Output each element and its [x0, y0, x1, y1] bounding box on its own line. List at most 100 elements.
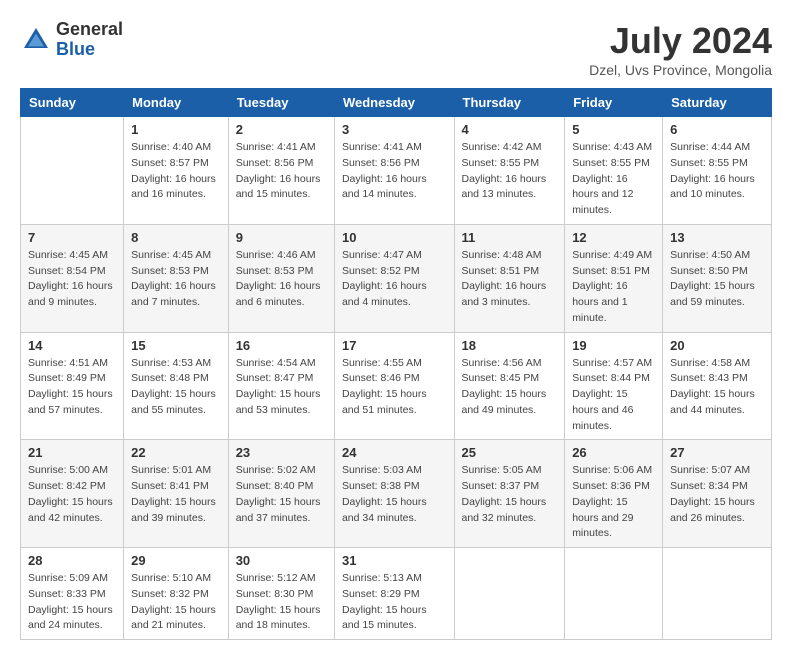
day-number: 14 [28, 338, 116, 353]
day-info: Sunrise: 4:48 AMSunset: 8:51 PMDaylight:… [462, 248, 558, 311]
day-number: 10 [342, 230, 447, 245]
logo-text: General Blue [56, 20, 123, 60]
day-number: 6 [670, 122, 764, 137]
calendar-cell: 10 Sunrise: 4:47 AMSunset: 8:52 PMDayligh… [334, 224, 454, 332]
calendar-cell: 16 Sunrise: 4:54 AMSunset: 8:47 PMDayligh… [228, 332, 334, 440]
day-info: Sunrise: 5:03 AMSunset: 8:38 PMDaylight:… [342, 463, 447, 526]
header-saturday: Saturday [663, 89, 772, 117]
day-info: Sunrise: 4:43 AMSunset: 8:55 PMDaylight:… [572, 140, 655, 219]
day-number: 13 [670, 230, 764, 245]
day-info: Sunrise: 4:57 AMSunset: 8:44 PMDaylight:… [572, 356, 655, 435]
day-number: 19 [572, 338, 655, 353]
day-number: 21 [28, 445, 116, 460]
day-info: Sunrise: 4:55 AMSunset: 8:46 PMDaylight:… [342, 356, 447, 419]
day-number: 15 [131, 338, 221, 353]
day-info: Sunrise: 5:09 AMSunset: 8:33 PMDaylight:… [28, 571, 116, 634]
calendar-cell [454, 548, 565, 640]
day-info: Sunrise: 4:56 AMSunset: 8:45 PMDaylight:… [462, 356, 558, 419]
day-number: 5 [572, 122, 655, 137]
day-info: Sunrise: 5:05 AMSunset: 8:37 PMDaylight:… [462, 463, 558, 526]
day-info: Sunrise: 4:44 AMSunset: 8:55 PMDaylight:… [670, 140, 764, 203]
calendar-cell: 13 Sunrise: 4:50 AMSunset: 8:50 PMDayligh… [663, 224, 772, 332]
logo: General Blue [20, 20, 123, 60]
logo-blue: Blue [56, 40, 123, 60]
day-info: Sunrise: 4:50 AMSunset: 8:50 PMDaylight:… [670, 248, 764, 311]
calendar-body: 1Sunrise: 4:40 AMSunset: 8:57 PMDaylight… [21, 117, 772, 640]
calendar-cell: 3 Sunrise: 4:41 AMSunset: 8:56 PMDaylight… [334, 117, 454, 225]
day-number: 28 [28, 553, 116, 568]
calendar-row: 21 Sunrise: 5:00 AMSunset: 8:42 PMDayligh… [21, 440, 772, 548]
header-monday: Monday [124, 89, 229, 117]
day-info: Sunrise: 5:12 AMSunset: 8:30 PMDaylight:… [236, 571, 327, 634]
day-number: 26 [572, 445, 655, 460]
day-number: 4 [462, 122, 558, 137]
day-info: Sunrise: 4:41 AMSunset: 8:56 PMDaylight:… [342, 140, 447, 203]
day-number: 18 [462, 338, 558, 353]
day-number: 9 [236, 230, 327, 245]
day-info: Sunrise: 5:10 AMSunset: 8:32 PMDaylight:… [131, 571, 221, 634]
calendar-cell: 2Sunrise: 4:41 AMSunset: 8:56 PMDaylight… [228, 117, 334, 225]
day-info: Sunrise: 4:41 AMSunset: 8:56 PMDaylight:… [236, 140, 327, 203]
day-number: 20 [670, 338, 764, 353]
day-info: Sunrise: 4:54 AMSunset: 8:47 PMDaylight:… [236, 356, 327, 419]
day-number: 23 [236, 445, 327, 460]
header-wednesday: Wednesday [334, 89, 454, 117]
day-info: Sunrise: 4:46 AMSunset: 8:53 PMDaylight:… [236, 248, 327, 311]
header-sunday: Sunday [21, 89, 124, 117]
logo-general: General [56, 20, 123, 40]
calendar-cell: 4 Sunrise: 4:42 AMSunset: 8:55 PMDaylight… [454, 117, 565, 225]
day-info: Sunrise: 5:13 AMSunset: 8:29 PMDaylight:… [342, 571, 447, 634]
header-row: Sunday Monday Tuesday Wednesday Thursday… [21, 89, 772, 117]
calendar-cell: 31 Sunrise: 5:13 AMSunset: 8:29 PMDayligh… [334, 548, 454, 640]
calendar-cell: 17Sunrise: 4:55 AMSunset: 8:46 PMDayligh… [334, 332, 454, 440]
header-thursday: Thursday [454, 89, 565, 117]
day-info: Sunrise: 4:51 AMSunset: 8:49 PMDaylight:… [28, 356, 116, 419]
day-info: Sunrise: 4:58 AMSunset: 8:43 PMDaylight:… [670, 356, 764, 419]
day-info: Sunrise: 4:47 AMSunset: 8:52 PMDaylight:… [342, 248, 447, 311]
calendar-cell: 21 Sunrise: 5:00 AMSunset: 8:42 PMDayligh… [21, 440, 124, 548]
calendar-cell: 8 Sunrise: 4:45 AMSunset: 8:53 PMDaylight… [124, 224, 229, 332]
calendar-row: 28 Sunrise: 5:09 AMSunset: 8:33 PMDayligh… [21, 548, 772, 640]
title-block: July 2024 Dzel, Uvs Province, Mongolia [589, 20, 772, 78]
day-number: 31 [342, 553, 447, 568]
day-info: Sunrise: 4:49 AMSunset: 8:51 PMDaylight:… [572, 248, 655, 327]
calendar-row: 1Sunrise: 4:40 AMSunset: 8:57 PMDaylight… [21, 117, 772, 225]
location-subtitle: Dzel, Uvs Province, Mongolia [589, 62, 772, 78]
calendar-cell: 11 Sunrise: 4:48 AMSunset: 8:51 PMDayligh… [454, 224, 565, 332]
calendar-cell: 18 Sunrise: 4:56 AMSunset: 8:45 PMDayligh… [454, 332, 565, 440]
calendar-cell: 1Sunrise: 4:40 AMSunset: 8:57 PMDaylight… [124, 117, 229, 225]
day-number: 3 [342, 122, 447, 137]
day-info: Sunrise: 5:06 AMSunset: 8:36 PMDaylight:… [572, 463, 655, 542]
day-info: Sunrise: 4:45 AMSunset: 8:54 PMDaylight:… [28, 248, 116, 311]
logo-icon [20, 24, 52, 56]
calendar-cell: 9 Sunrise: 4:46 AMSunset: 8:53 PMDaylight… [228, 224, 334, 332]
day-info: Sunrise: 4:40 AMSunset: 8:57 PMDaylight:… [131, 140, 221, 203]
day-info: Sunrise: 5:01 AMSunset: 8:41 PMDaylight:… [131, 463, 221, 526]
calendar-cell: 22Sunrise: 5:01 AMSunset: 8:41 PMDayligh… [124, 440, 229, 548]
calendar-cell: 24Sunrise: 5:03 AMSunset: 8:38 PMDayligh… [334, 440, 454, 548]
calendar-row: 7Sunrise: 4:45 AMSunset: 8:54 PMDaylight… [21, 224, 772, 332]
calendar-cell [565, 548, 663, 640]
calendar-cell: 27Sunrise: 5:07 AMSunset: 8:34 PMDayligh… [663, 440, 772, 548]
day-info: Sunrise: 4:42 AMSunset: 8:55 PMDaylight:… [462, 140, 558, 203]
day-info: Sunrise: 4:45 AMSunset: 8:53 PMDaylight:… [131, 248, 221, 311]
day-number: 16 [236, 338, 327, 353]
day-number: 8 [131, 230, 221, 245]
calendar-cell: 25 Sunrise: 5:05 AMSunset: 8:37 PMDayligh… [454, 440, 565, 548]
calendar-cell: 19 Sunrise: 4:57 AMSunset: 8:44 PMDayligh… [565, 332, 663, 440]
calendar-row: 14 Sunrise: 4:51 AMSunset: 8:49 PMDayligh… [21, 332, 772, 440]
calendar-cell: 23Sunrise: 5:02 AMSunset: 8:40 PMDayligh… [228, 440, 334, 548]
calendar-cell: 12Sunrise: 4:49 AMSunset: 8:51 PMDayligh… [565, 224, 663, 332]
calendar-table: Sunday Monday Tuesday Wednesday Thursday… [20, 88, 772, 640]
calendar-cell: 14 Sunrise: 4:51 AMSunset: 8:49 PMDayligh… [21, 332, 124, 440]
calendar-cell: 30 Sunrise: 5:12 AMSunset: 8:30 PMDayligh… [228, 548, 334, 640]
day-number: 27 [670, 445, 764, 460]
calendar-cell [663, 548, 772, 640]
page-header: General Blue July 2024 Dzel, Uvs Provinc… [20, 20, 772, 78]
calendar-cell: 28 Sunrise: 5:09 AMSunset: 8:33 PMDayligh… [21, 548, 124, 640]
calendar-cell: 6 Sunrise: 4:44 AMSunset: 8:55 PMDaylight… [663, 117, 772, 225]
day-number: 30 [236, 553, 327, 568]
day-number: 11 [462, 230, 558, 245]
day-number: 25 [462, 445, 558, 460]
day-info: Sunrise: 5:00 AMSunset: 8:42 PMDaylight:… [28, 463, 116, 526]
